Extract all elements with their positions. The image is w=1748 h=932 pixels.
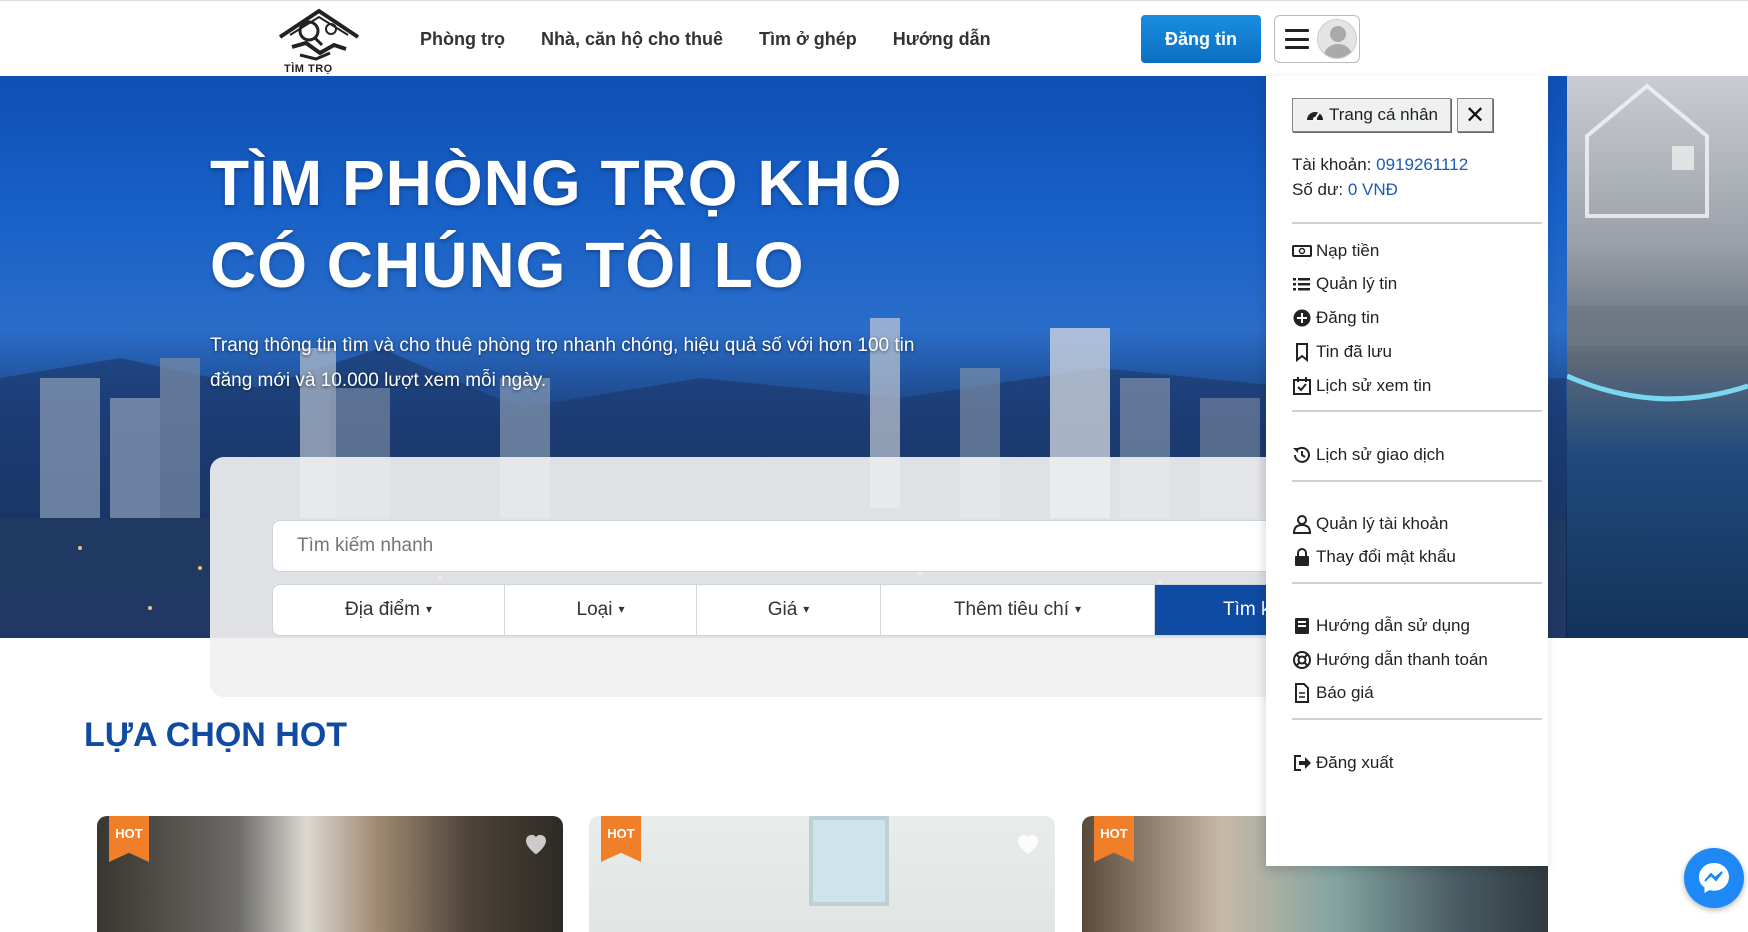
chevron-down-icon: ▾: [1075, 602, 1082, 616]
hero-title-line1: TÌM PHÒNG TRỌ KHÓ: [210, 147, 903, 219]
menu-item-huong-dan-su-dung[interactable]: Hướng dẫn sử dụng: [1292, 616, 1470, 636]
book-icon: [1295, 618, 1309, 634]
hot-badge: HOT: [1094, 816, 1134, 862]
menu-divider: [1292, 718, 1542, 720]
balance-label: Số dư:: [1292, 180, 1344, 199]
menu-item-nap-tien[interactable]: Nạp tiền: [1292, 241, 1379, 261]
user-icon: [1292, 515, 1312, 534]
menu-item-label: Quản lý tin: [1316, 274, 1398, 293]
hero-title-line2: CÓ CHÚNG TÔI LO: [210, 229, 805, 301]
post-listing-button[interactable]: Đăng tin: [1141, 15, 1261, 63]
house-handshake-logo-icon: [278, 8, 360, 61]
filter-type-label: Loại: [576, 599, 613, 620]
site-logo[interactable]: TÌM TRỌ: [276, 7, 362, 75]
menu-item-quan-ly-tin[interactable]: Quản lý tin: [1292, 274, 1397, 294]
nav-phong-tro[interactable]: Phòng trọ: [420, 29, 505, 50]
balance-row: Số dư: 0 VNĐ: [1292, 177, 1468, 202]
chevron-down-icon: ▾: [425, 602, 432, 616]
filter-location[interactable]: Địa điểm ▾: [273, 585, 505, 635]
menu-divider: [1292, 222, 1542, 224]
profile-button-label: Trang cá nhân: [1329, 105, 1438, 124]
chevron-down-icon: ▾: [618, 602, 625, 616]
menu-item-label: Đăng tin: [1316, 308, 1380, 327]
site-header: TÌM TRỌ Phòng trọ Nhà, căn hộ cho thuê T…: [0, 0, 1748, 76]
filter-price[interactable]: Giá ▾: [697, 585, 881, 635]
history-icon: [1293, 446, 1310, 463]
hamburger-icon: [1285, 29, 1309, 49]
filter-location-label: Địa điểm: [344, 599, 420, 620]
listing-card[interactable]: HOT: [97, 816, 563, 932]
calendar-check-icon: [1293, 377, 1311, 395]
close-button[interactable]: ✕: [1457, 98, 1493, 132]
menu-item-label: Tin đã lưu: [1316, 342, 1392, 361]
dropdown-header: Trang cá nhân ✕: [1292, 98, 1493, 132]
menu-item-lich-su-giao-dich[interactable]: Lịch sử giao dịch: [1292, 445, 1445, 465]
chevron-down-icon: ▾: [803, 602, 810, 616]
menu-divider: [1292, 480, 1542, 482]
close-icon: ✕: [1464, 101, 1486, 129]
account-value: 0919261112: [1376, 155, 1469, 174]
list-icon: [1293, 278, 1310, 291]
lifebuoy-icon: [1293, 651, 1311, 669]
filter-more-criteria[interactable]: Thêm tiêu chí ▾: [881, 585, 1155, 635]
search-panel: Địa điểm ▾ Loại ▾ Giá ▾ Thêm tiêu chí ▾ …: [210, 457, 1356, 697]
hero-subtitle: Trang thông tin tìm và cho thuê phòng tr…: [210, 335, 915, 391]
menu-item-label: Hướng dẫn sử dụng: [1316, 616, 1470, 635]
nav-tim-o-ghep[interactable]: Tìm ở ghép: [759, 29, 857, 50]
menu-item-dang-tin[interactable]: Đăng tin: [1292, 308, 1379, 328]
menu-item-label: Lịch sử giao dịch: [1316, 445, 1445, 464]
nav-huong-dan[interactable]: Hướng dẫn: [893, 29, 991, 50]
dashboard-icon: [1307, 112, 1323, 121]
messenger-icon: [1699, 863, 1729, 893]
lock-icon: [1295, 548, 1309, 566]
filter-price-label: Giá: [767, 599, 798, 620]
hot-badge: HOT: [601, 816, 641, 862]
menu-item-lich-su-xem-tin[interactable]: Lịch sử xem tin: [1292, 376, 1431, 396]
menu-item-dang-xuat[interactable]: Đăng xuất: [1292, 753, 1394, 773]
menu-item-label: Quản lý tài khoản: [1316, 514, 1449, 533]
filter-bar: Địa điểm ▾ Loại ▾ Giá ▾ Thêm tiêu chí ▾ …: [272, 584, 1356, 636]
document-icon: [1295, 683, 1309, 703]
messenger-chat-button[interactable]: [1684, 848, 1744, 908]
menu-item-bao-gia[interactable]: Báo giá: [1292, 683, 1374, 703]
nav-nha-can-ho[interactable]: Nhà, căn hộ cho thuê: [541, 29, 723, 50]
account-row: Tài khoản: 0919261112: [1292, 152, 1468, 177]
house-laptop-image: [1565, 76, 1748, 638]
avatar: [1317, 19, 1357, 59]
hero-title: TÌM PHÒNG TRỌ KHÓ CÓ CHÚNG TÔI LO: [210, 142, 903, 306]
user-menu-button[interactable]: [1274, 15, 1360, 63]
profile-button[interactable]: Trang cá nhân: [1292, 98, 1451, 132]
heart-icon[interactable]: [521, 828, 551, 858]
user-dropdown-menu: Trang cá nhân ✕ Tài khoản: 0919261112 Số…: [1266, 76, 1548, 866]
menu-item-huong-dan-thanh-toan[interactable]: Hướng dẫn thanh toán: [1292, 650, 1488, 670]
menu-item-label: Báo giá: [1316, 683, 1374, 702]
menu-item-tin-da-luu[interactable]: Tin đã lưu: [1292, 342, 1392, 362]
plus-circle-icon: [1293, 309, 1311, 327]
sign-out-icon: [1294, 755, 1311, 771]
balance-value: 0 VNĐ: [1347, 180, 1398, 199]
room-window-image: [809, 816, 889, 906]
menu-item-label: Lịch sử xem tin: [1316, 376, 1432, 395]
filter-type[interactable]: Loại ▾: [505, 585, 697, 635]
quick-search-input[interactable]: [272, 520, 1272, 572]
listing-card[interactable]: HOT: [589, 816, 1055, 932]
hot-badge: HOT: [109, 816, 149, 862]
heart-icon[interactable]: [1013, 828, 1043, 858]
filter-more-label: Thêm tiêu chí: [953, 599, 1070, 620]
menu-divider: [1292, 410, 1542, 412]
menu-item-quan-ly-tai-khoan[interactable]: Quản lý tài khoản: [1292, 514, 1448, 534]
bookmark-icon: [1296, 343, 1308, 362]
main-nav: Phòng trọ Nhà, căn hộ cho thuê Tìm ở ghé…: [420, 29, 991, 50]
menu-item-label: Hướng dẫn thanh toán: [1316, 650, 1488, 669]
menu-item-label: Nạp tiền: [1316, 241, 1380, 260]
menu-divider: [1292, 582, 1542, 584]
menu-item-label: Đăng xuất: [1316, 753, 1394, 772]
menu-item-label: Thay đổi mật khẩu: [1316, 547, 1456, 566]
hot-section-title: LỰA CHỌN HOT: [84, 716, 348, 754]
menu-item-thay-doi-mat-khau[interactable]: Thay đổi mật khẩu: [1292, 547, 1456, 567]
account-label: Tài khoản:: [1292, 155, 1372, 174]
logo-text: TÌM TRỌ: [284, 63, 333, 75]
money-icon: [1292, 245, 1312, 257]
account-info: Tài khoản: 0919261112 Số dư: 0 VNĐ: [1292, 152, 1468, 202]
